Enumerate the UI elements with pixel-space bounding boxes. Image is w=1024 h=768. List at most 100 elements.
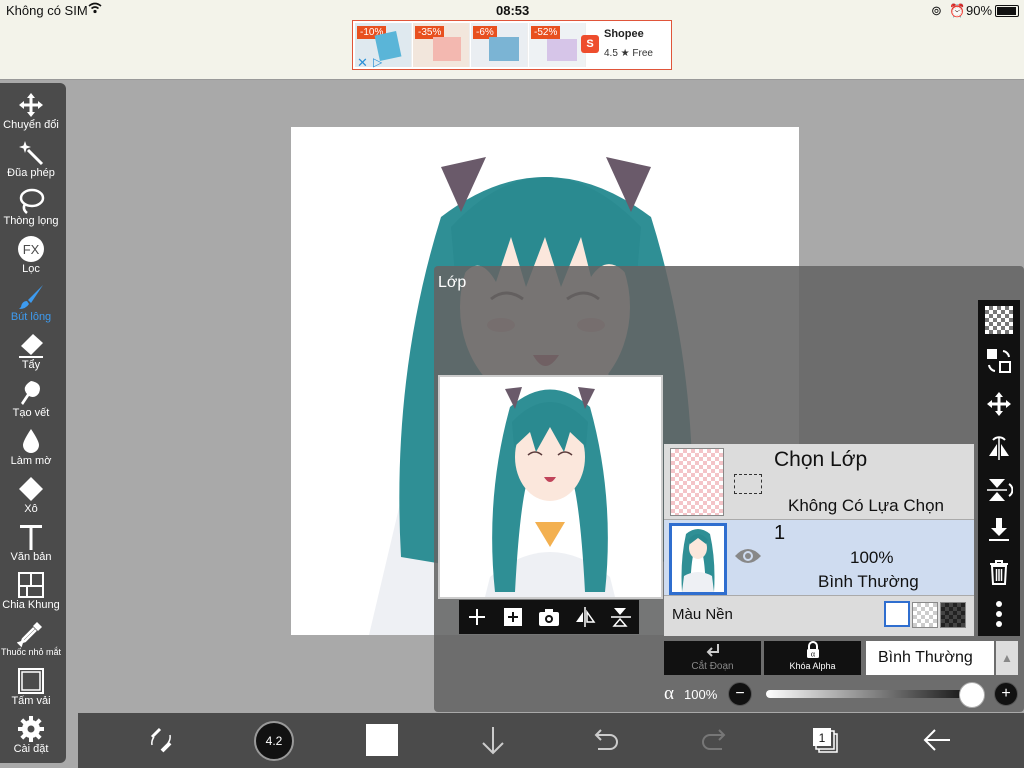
alarm-icon: ⏰ [949,3,966,18]
clipping-label: Cắt Đoạn [691,661,734,672]
ad-banner[interactable]: -10% -35% -6% -52% ✕ ▷ S Shopee 4.5 ★ Fr… [352,20,672,70]
tool-label: Văn bản [10,551,52,563]
tool-label: Thuốc nhỏ mắt [0,647,62,657]
color-swatch-button[interactable] [366,724,398,756]
back-button[interactable] [920,723,954,757]
flip-vertical-button[interactable] [608,604,634,630]
selection-layer-row[interactable]: Chọn Lớp Không Có Lựa Chọn [664,444,974,520]
tool-magic-wand[interactable]: Đũa phép [0,139,62,179]
ad-product-thumb[interactable]: -6% [471,23,528,67]
transparency-checker-icon[interactable] [985,306,1013,334]
tool-label: Xô [24,503,38,515]
flip-horizontal-button[interactable] [572,604,598,630]
blur-icon [0,427,62,455]
opacity-slider-handle[interactable] [959,682,985,708]
flip-horizontal-icon[interactable] [985,434,1013,462]
tool-eyedropper[interactable]: Thuốc nhỏ mắt [0,619,62,657]
layer-thumbnail [669,523,727,595]
tool-text[interactable]: Văn bản [0,523,62,563]
background-transparent-swatch[interactable] [912,602,938,628]
more-options-icon[interactable] [985,600,1013,628]
ad-close-icon[interactable]: ✕ [357,55,368,71]
brush-size-button[interactable]: 4.2 [254,721,294,761]
visibility-eye-icon[interactable] [734,546,762,571]
tool-filter[interactable]: FX Lọc [0,235,62,275]
brush-size-value: 4.2 [265,734,283,748]
tool-frame-divider[interactable]: Chia Khung [0,571,62,611]
selection-layer-title: Chọn Lớp [774,448,868,471]
layer-row-1[interactable]: 1 100% Bình Thường [664,520,974,596]
camera-icon [539,609,559,626]
magic-wand-icon [0,139,62,167]
tool-transform[interactable]: Chuyển đổi [0,91,62,131]
layer-opacity: 100% [850,548,894,567]
move-icon[interactable] [985,390,1013,418]
clipping-button[interactable]: Cắt Đoạn [664,641,761,675]
tool-canvas[interactable]: Tấm vải [0,667,62,707]
add-copy-layer-button[interactable] [500,604,526,630]
selection-layer-thumbnail [670,448,724,516]
tool-label: Chia Khung [2,599,60,611]
text-icon [0,523,62,551]
layer-list: Chọn Lớp Không Có Lựa Chọn 1 100% Bình T… [664,444,974,636]
ad-choices-icon[interactable]: ▷ [373,55,382,69]
tool-smudge[interactable]: Tạo vết [0,379,62,419]
tool-lasso[interactable]: Thòng lọng [0,187,62,227]
tool-blur[interactable]: Làm mờ [0,427,62,467]
layers-button[interactable]: 1 [808,723,842,757]
discount-badge: -52% [531,26,561,39]
tool-brush[interactable]: Bút lông [0,283,62,323]
ad-product-thumb[interactable]: -35% [413,23,470,67]
import-photo-button[interactable] [536,604,562,630]
quick-menu-button[interactable] [144,723,178,757]
tool-label: Đũa phép [7,167,55,179]
add-layer-button[interactable] [464,604,490,630]
layer-action-bar [459,600,639,634]
blend-mode-select[interactable]: Bình Thường [866,641,994,675]
add-layer-copy-icon [504,608,522,626]
alpha-lock-button[interactable]: α Khóa Alpha [764,641,861,675]
opacity-decrease-button[interactable]: − [728,682,752,706]
opacity-increase-button[interactable]: + [994,682,1018,706]
clipping-icon [664,641,761,661]
canvas-icon [0,667,62,695]
wifi-icon [88,2,102,17]
background-white-swatch[interactable] [884,601,910,627]
tool-label: Tẩy [21,359,41,371]
tool-label: Bút lông [10,311,52,323]
background-dark-swatch[interactable] [940,602,966,628]
blend-mode-value: Bình Thường [878,649,973,666]
tool-eraser[interactable]: Tẩy [0,331,62,371]
layer-preview [438,375,663,599]
status-bar: Không có SIM 08:53 ⊚ ⏰ 90% [0,0,1024,20]
fx-icon: FX [0,235,62,263]
layer-blend-mode: Bình Thường [818,572,919,591]
trash-icon[interactable] [985,558,1013,586]
undo-button[interactable] [588,723,622,757]
blend-mode-dropdown-icon[interactable]: ▲ [996,641,1018,675]
undo-icon [594,729,618,750]
tool-label: Tấm vải [11,695,51,707]
preview-illustration [440,377,661,597]
layer-tools-strip [978,300,1020,636]
tool-bucket[interactable]: Xô [0,475,62,515]
merge-down-icon[interactable] [985,516,1013,544]
move-down-button[interactable] [476,723,510,757]
flip-vertical-icon[interactable] [985,476,1014,504]
lasso-icon [0,187,62,215]
opacity-slider[interactable] [766,690,972,698]
arrow-left-icon [923,729,950,751]
redo-button[interactable] [698,723,732,757]
merge-swap-icon[interactable] [985,347,1013,375]
tool-label: Chuyển đổi [3,119,59,131]
ad-product-thumb[interactable]: -52% [529,23,586,67]
arrow-down-icon [482,727,504,755]
background-layer-row[interactable]: Màu Nền [664,596,974,636]
tool-label: Làm mờ [10,455,52,467]
tool-settings[interactable]: Cài đặt [0,715,62,755]
bucket-icon [0,475,62,503]
tool-sidebar: Chuyển đổi Đũa phép Thòng lọng FX Lọc Bú… [0,83,66,763]
lock-alpha-icon: α [764,641,861,661]
ad-brand: Shopee [604,28,644,40]
ad-rating: 4.5 ★ Free [604,48,653,59]
